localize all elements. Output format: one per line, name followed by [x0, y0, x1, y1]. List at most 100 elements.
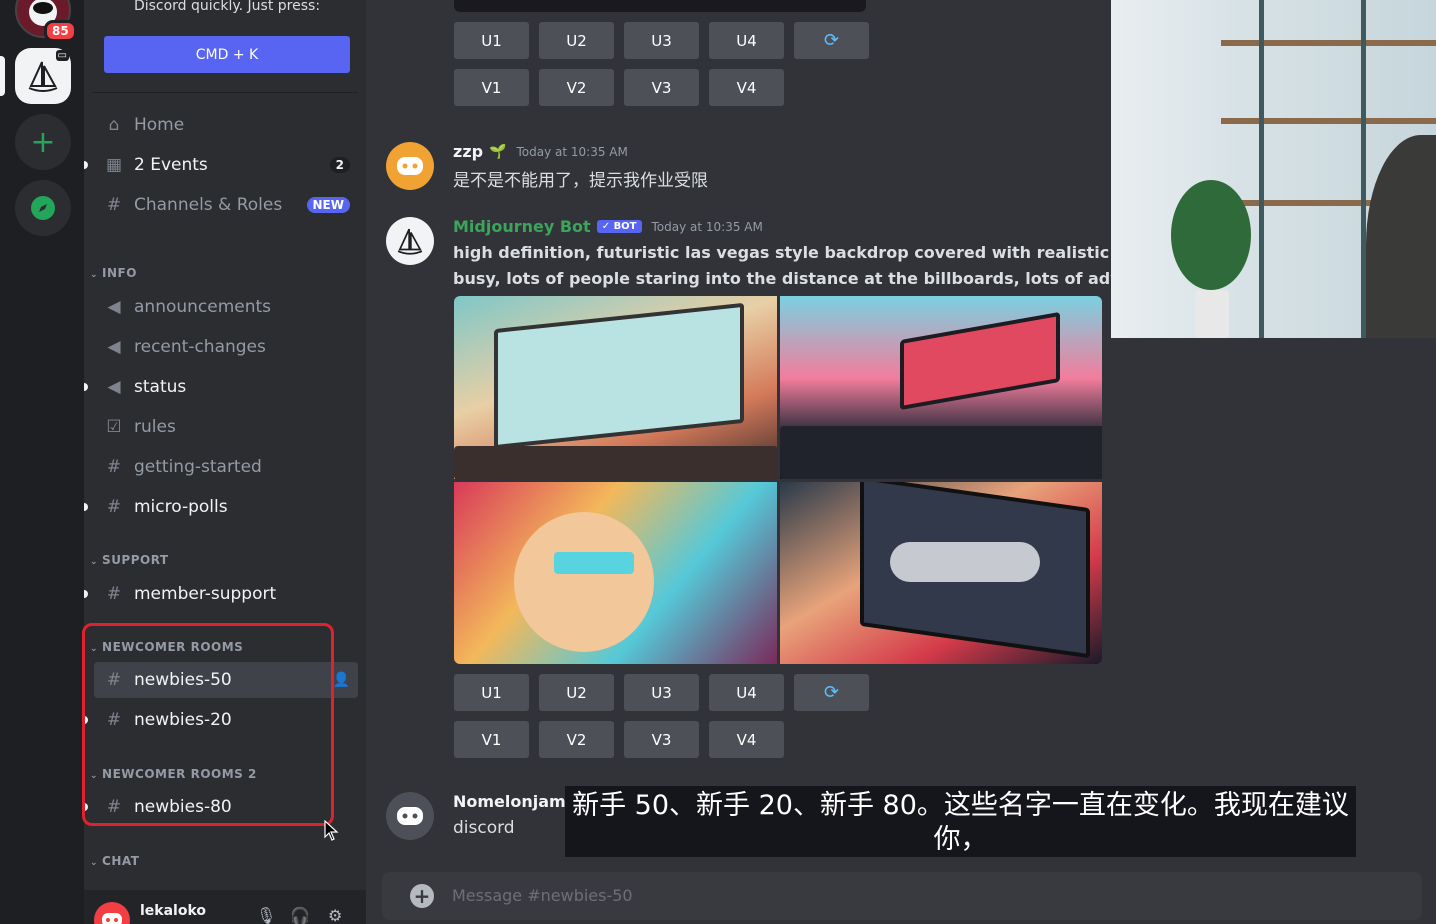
channel-micro-polls[interactable]: # micro-polls [104, 491, 350, 523]
avatar[interactable] [386, 142, 434, 190]
u1-button[interactable]: U1 [454, 674, 529, 711]
attach-plus-icon[interactable]: + [410, 884, 434, 908]
sunglasses-shape [554, 551, 634, 574]
avatar[interactable] [94, 902, 130, 924]
category-info[interactable]: ⌄ INFO [90, 266, 137, 280]
channel-member-support[interactable]: # member-support [104, 578, 350, 610]
v1-button[interactable]: V1 [454, 721, 529, 758]
category-support[interactable]: ⌄ SUPPORT [90, 553, 169, 567]
u4-button[interactable]: U4 [709, 22, 784, 59]
v2-button[interactable]: V2 [539, 721, 614, 758]
message-timestamp: Today at 10:35 AM [516, 144, 628, 159]
hash-icon: # [106, 457, 122, 477]
u3-button[interactable]: U3 [624, 22, 699, 59]
nav-channels-roles[interactable]: # Channels & Roles NEW [104, 189, 350, 221]
generated-image-3[interactable] [454, 481, 777, 664]
new-badge: NEW [306, 197, 350, 213]
headphones-icon[interactable]: 🎧 [290, 906, 310, 924]
message-author[interactable]: Midjourney Bot [453, 217, 591, 236]
nav-home[interactable]: ⌂ Home [104, 109, 350, 141]
channel-label: getting-started [134, 457, 262, 477]
category-label: SUPPORT [102, 553, 169, 567]
webcam-overlay [1111, 0, 1436, 338]
avatar[interactable] [386, 792, 434, 840]
message-composer[interactable]: + Message #newbies-50 [382, 872, 1422, 920]
v4-button[interactable]: V4 [709, 69, 784, 106]
subtitle-line: 你， [933, 824, 988, 855]
mention-badge: 85 [44, 20, 77, 42]
add-server-button[interactable]: + [15, 114, 71, 170]
sidebar-divider [92, 92, 358, 93]
category-label: CHAT [102, 854, 140, 868]
avatar[interactable] [386, 217, 434, 265]
generated-image-1[interactable] [454, 296, 777, 479]
sprout-icon: 🌱 [489, 143, 507, 160]
chevron-down-icon: ⌄ [90, 270, 99, 280]
checkbox-icon: ☑ [106, 417, 122, 437]
channel-label: rules [134, 417, 176, 437]
mouse-cursor-icon [324, 820, 339, 841]
car-shape [889, 541, 1040, 582]
composer-placeholder[interactable]: Message #newbies-50 [452, 886, 633, 905]
u3-button[interactable]: U3 [624, 674, 699, 711]
explore-servers-button[interactable] [15, 180, 71, 236]
v3-button[interactable]: V3 [624, 69, 699, 106]
shelf-shape [1221, 118, 1436, 124]
channel-label: status [134, 377, 187, 397]
thread-hash-icon: # [106, 584, 122, 604]
u1-button[interactable]: U1 [454, 22, 529, 59]
channel-label: announcements [134, 297, 272, 317]
message-header: Midjourney Bot ✓ BOT Today at 10:35 AM [453, 217, 763, 236]
message-author[interactable]: Nomelonjam [453, 792, 566, 811]
plant-shape [1171, 180, 1251, 290]
channel-recent-changes[interactable]: ◀ recent-changes [104, 331, 350, 363]
crowd-shape [454, 446, 777, 479]
unread-indicator [84, 503, 88, 511]
v4-button[interactable]: V4 [709, 721, 784, 758]
message-text: discord [453, 818, 515, 838]
channel-announcements[interactable]: ◀ announcements [104, 291, 350, 323]
selected-server-pill [0, 56, 5, 96]
discord-logo-icon [397, 807, 423, 825]
v3-button[interactable]: V3 [624, 721, 699, 758]
channel-rules[interactable]: ☑ rules [104, 411, 350, 443]
billboard-shape [899, 311, 1060, 411]
reroll-button[interactable]: ⟳ [794, 22, 869, 59]
message-header: zzp 🌱 Today at 10:35 AM [453, 142, 628, 161]
previous-image-edge [454, 0, 866, 12]
category-chat[interactable]: ⌄ CHAT [90, 854, 139, 868]
image-grid[interactable] [454, 296, 1102, 664]
plant-pot-shape [1195, 290, 1229, 338]
megaphone-icon: ◀ [107, 297, 121, 317]
channel-label: member-support [134, 584, 277, 604]
home-icon: ⌂ [108, 115, 120, 135]
category-label: INFO [102, 266, 137, 280]
unread-indicator [84, 161, 88, 169]
message-text: 是不是不能用了，提示我作业受限 [453, 171, 708, 191]
u2-button[interactable]: U2 [539, 22, 614, 59]
channel-label: micro-polls [134, 497, 228, 517]
username: lekaloko [140, 903, 207, 919]
variation-row: V1 V2 V3 V4 [454, 721, 784, 758]
shelf-shape [1221, 40, 1436, 46]
u4-button[interactable]: U4 [709, 674, 784, 711]
refresh-icon: ⟳ [823, 682, 840, 703]
channel-getting-started[interactable]: # getting-started [104, 451, 350, 483]
compass-icon [31, 196, 55, 220]
u2-button[interactable]: U2 [539, 674, 614, 711]
nav-label: Channels & Roles [134, 195, 283, 215]
v1-button[interactable]: V1 [454, 69, 529, 106]
quick-switcher-button[interactable]: CMD + K [104, 36, 350, 73]
message-author[interactable]: zzp [453, 142, 483, 161]
generated-image-4[interactable] [779, 481, 1102, 664]
gear-icon[interactable]: ⚙ [328, 906, 342, 924]
invite-member-icon[interactable]: 👤 [333, 672, 350, 688]
discord-window: 85 ▭ + Discord quickly. Just press: CMD … [0, 0, 1436, 924]
channel-status[interactable]: ◀ status [104, 371, 350, 403]
reroll-button[interactable]: ⟳ [794, 674, 869, 711]
nav-events[interactable]: ▦ 2 Events 2 [104, 149, 350, 181]
server-icon-midjourney[interactable]: ▭ [15, 48, 71, 104]
microphone-icon[interactable]: 🎙 [256, 906, 276, 924]
v2-button[interactable]: V2 [539, 69, 614, 106]
generated-image-2[interactable] [779, 296, 1102, 479]
